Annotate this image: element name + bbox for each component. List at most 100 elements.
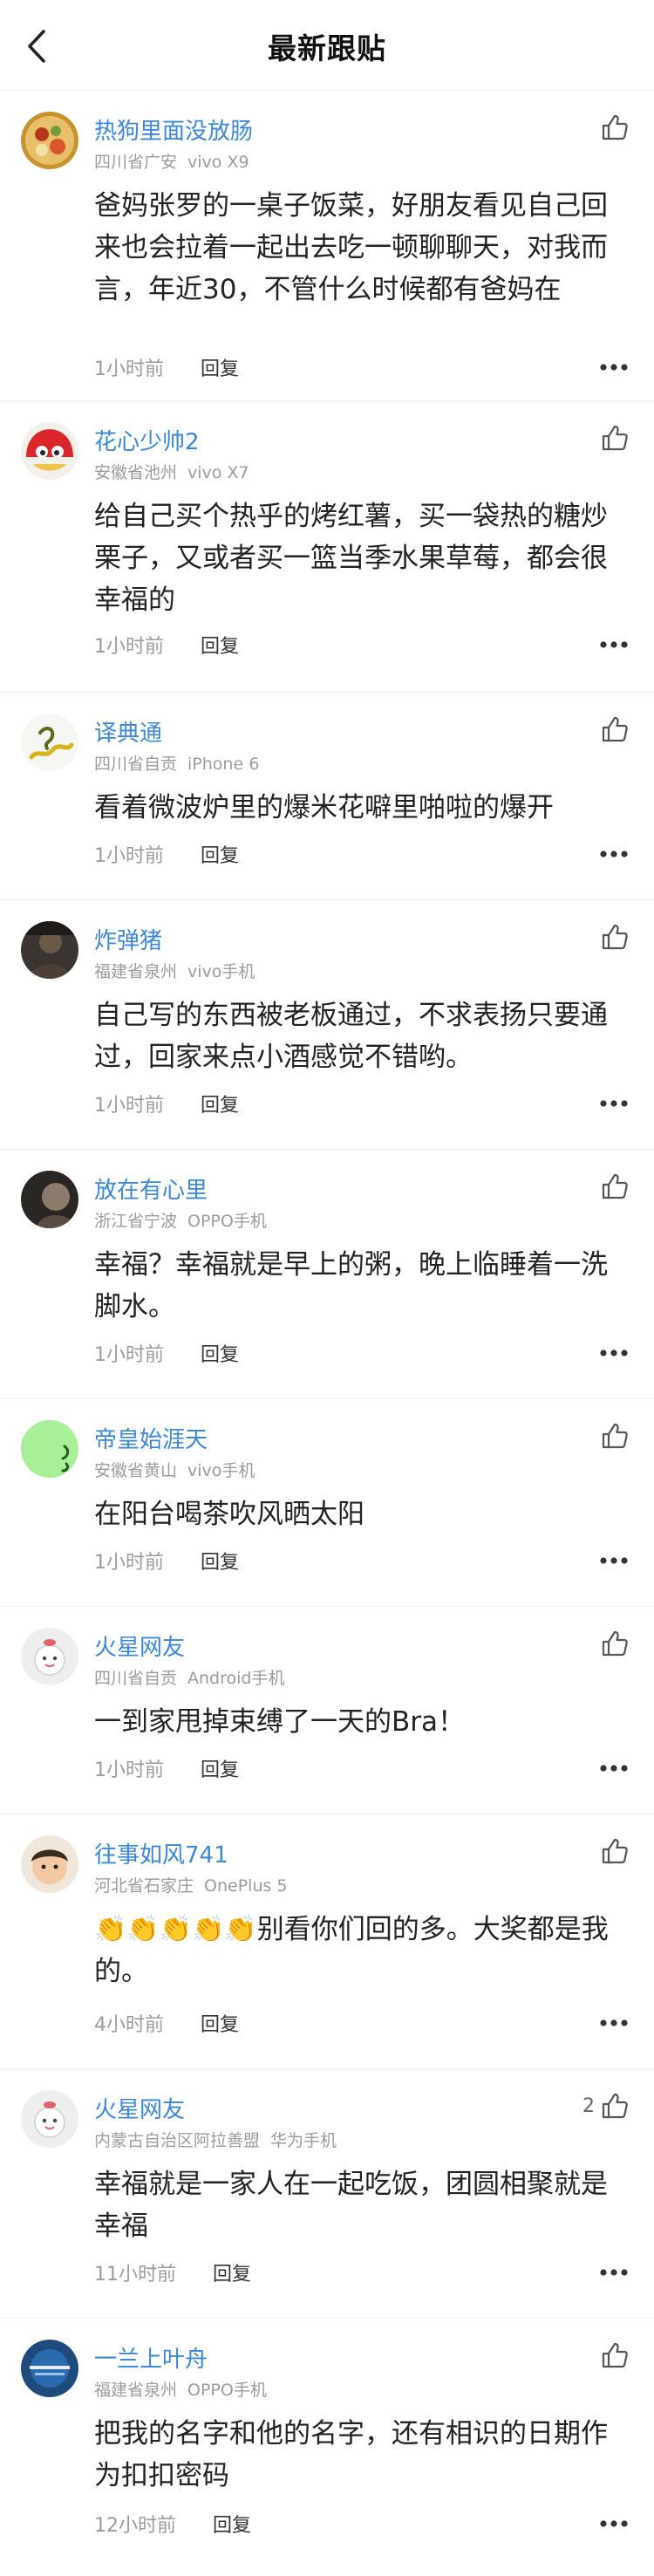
more-dots-icon bbox=[600, 364, 628, 371]
comment-text: 幸福就是一家人在一起吃饭，团圆相聚就是幸福 bbox=[94, 2169, 608, 2242]
avatar[interactable] bbox=[21, 422, 78, 480]
thumbs-up-icon bbox=[602, 924, 628, 950]
username[interactable]: 放在有心里 bbox=[94, 1172, 208, 1205]
user-device: 华为手机 bbox=[270, 2131, 337, 2150]
more-button[interactable] bbox=[596, 1753, 631, 1783]
avatar[interactable] bbox=[21, 1171, 78, 1228]
avatar[interactable] bbox=[21, 1628, 78, 1685]
user-device: OPPO手机 bbox=[187, 1212, 267, 1231]
comment-item: 帝皇始涯天 安徽省黄山 vivo手机 在阳台喝茶吹风晒太阳 1小时前 回复 bbox=[0, 1399, 654, 1607]
reply-button[interactable]: 回复 bbox=[201, 2009, 239, 2037]
more-button[interactable] bbox=[596, 352, 631, 382]
like-button[interactable] bbox=[595, 1834, 630, 1869]
comment-text: 一到家甩掉束缚了一天的Bra！ bbox=[94, 1706, 466, 1738]
comment-footer: 4小时前 回复 bbox=[94, 2008, 239, 2038]
user-device: vivo手机 bbox=[187, 1461, 255, 1480]
reply-button[interactable]: 回复 bbox=[201, 840, 239, 868]
comment-text: 自己写的东西被老板通过，不求表扬只要通过，回家来点小酒感觉不错哟。 bbox=[94, 1000, 608, 1073]
thumbs-up-icon bbox=[602, 425, 628, 451]
like-button[interactable] bbox=[595, 2338, 630, 2373]
username[interactable]: 花心少帅2 bbox=[94, 424, 200, 456]
comment-footer: 12小时前 回复 bbox=[94, 2509, 251, 2538]
comment-text: 爸妈张罗的一桌子饭菜，好朋友看见自己回来也会拉着一起出去吃一顿聊聊天，对我而言，… bbox=[94, 190, 608, 305]
reply-button[interactable]: 回复 bbox=[213, 2510, 251, 2538]
user-device: vivo X7 bbox=[187, 463, 249, 482]
user-device: OPPO手机 bbox=[187, 2381, 267, 2400]
reply-button[interactable]: 回复 bbox=[201, 1754, 239, 1782]
more-dots-icon bbox=[600, 1557, 628, 1564]
more-button[interactable] bbox=[596, 1338, 631, 1368]
username[interactable]: 帝皇始涯天 bbox=[94, 1422, 208, 1454]
avatar[interactable] bbox=[21, 1835, 78, 1893]
user-meta: 四川省自贡 iPhone 6 bbox=[94, 751, 259, 775]
comment-item: 放在有心里 浙江省宁波 OPPO手机 幸福？幸福就是早上的粥，晚上临睡着一洗脚水。… bbox=[0, 1150, 654, 1399]
reply-button[interactable]: 回复 bbox=[213, 2258, 251, 2286]
username[interactable]: 热狗里面没放肠 bbox=[94, 113, 253, 146]
more-dots-icon bbox=[600, 1100, 628, 1107]
like-button[interactable] bbox=[595, 1169, 630, 1204]
thumbs-up-icon bbox=[602, 1630, 628, 1657]
like-button[interactable] bbox=[595, 110, 630, 145]
avatar[interactable] bbox=[21, 2340, 78, 2397]
like-button[interactable] bbox=[595, 1626, 630, 1661]
avatar[interactable] bbox=[21, 921, 78, 979]
comment-time: 4小时前 bbox=[94, 2014, 164, 2036]
comment-time: 11小时前 bbox=[94, 2264, 176, 2286]
comment-item: 译典通 四川省自贡 iPhone 6 看着微波炉里的爆米花噼里啪啦的爆开 1小时前… bbox=[0, 693, 654, 900]
username[interactable]: 火星网友 bbox=[94, 2092, 185, 2124]
avatar[interactable] bbox=[21, 1420, 78, 1478]
comment-footer: 1小时前 回复 bbox=[94, 352, 239, 382]
more-button[interactable] bbox=[596, 2509, 631, 2538]
avatar[interactable] bbox=[21, 714, 78, 771]
username[interactable]: 往事如风741 bbox=[94, 1837, 228, 1869]
comment-footer: 11小时前 回复 bbox=[94, 2258, 251, 2287]
comment-item: 炸弹猪 福建省泉州 vivo手机 自己写的东西被老板通过，不求表扬只要通过，回家来… bbox=[0, 900, 654, 1150]
comment-text: 👏👏👏👏👏别看你们回的多。大奖都是我的。 bbox=[94, 1909, 626, 1992]
user-meta: 四川省自贡 Android手机 bbox=[94, 1665, 284, 1689]
comment-time: 1小时前 bbox=[94, 845, 164, 867]
user-meta: 浙江省宁波 OPPO手机 bbox=[94, 1208, 267, 1232]
more-dots-icon bbox=[600, 1765, 628, 1772]
avatar[interactable] bbox=[21, 2090, 78, 2148]
like-button[interactable] bbox=[595, 420, 630, 455]
reply-button[interactable]: 回复 bbox=[201, 631, 239, 659]
username[interactable]: 一兰上叶舟 bbox=[94, 2341, 208, 2374]
user-device: OnePlus 5 bbox=[204, 1876, 288, 1896]
more-button[interactable] bbox=[596, 630, 631, 659]
user-location: 安徽省黄山 bbox=[94, 1461, 178, 1480]
more-button[interactable] bbox=[596, 2008, 631, 2038]
thumbs-up-icon bbox=[602, 1838, 628, 1864]
like-button[interactable] bbox=[595, 712, 630, 747]
comment-item: 火星网友 内蒙古自治区阿拉善盟 华为手机 2 幸福就是一家人在一起吃饭，团圆相聚就… bbox=[0, 2069, 654, 2319]
username[interactable]: 火星网友 bbox=[94, 1630, 185, 1662]
comment-time: 1小时前 bbox=[94, 1552, 164, 1574]
more-button[interactable] bbox=[596, 839, 631, 869]
avatar[interactable] bbox=[21, 112, 78, 169]
user-location: 四川省广安 bbox=[94, 153, 178, 172]
thumbs-up-icon bbox=[602, 114, 628, 140]
more-button[interactable] bbox=[596, 2258, 631, 2287]
comment-time: 1小时前 bbox=[94, 1095, 164, 1117]
reply-button[interactable]: 回复 bbox=[201, 1339, 239, 1367]
username[interactable]: 炸弹猪 bbox=[94, 923, 162, 955]
more-dots-icon bbox=[600, 641, 628, 648]
thumbs-up-icon bbox=[602, 1173, 628, 1199]
user-location: 福建省泉州 bbox=[94, 2381, 178, 2400]
like-button[interactable]: 2 bbox=[582, 2088, 630, 2123]
comment-footer: 1小时前 回复 bbox=[94, 839, 239, 869]
user-meta: 河北省石家庄 OnePlus 5 bbox=[94, 1873, 288, 1896]
user-location: 四川省自贡 bbox=[94, 755, 178, 774]
like-button[interactable] bbox=[595, 919, 630, 954]
more-button[interactable] bbox=[596, 1089, 631, 1118]
reply-button[interactable]: 回复 bbox=[201, 353, 239, 381]
header-bar: 最新跟贴 bbox=[0, 0, 654, 91]
like-button[interactable] bbox=[595, 1418, 630, 1453]
username[interactable]: 译典通 bbox=[94, 715, 162, 748]
user-location: 安徽省池州 bbox=[94, 463, 178, 482]
more-button[interactable] bbox=[596, 1546, 631, 1575]
reply-button[interactable]: 回复 bbox=[201, 1090, 239, 1117]
comment-item: 一兰上叶舟 福建省泉州 OPPO手机 把我的名字和他的名字，还有相识的日期作为扣扣… bbox=[0, 2319, 654, 2576]
reply-button[interactable]: 回复 bbox=[201, 1547, 239, 1575]
user-location: 福建省泉州 bbox=[94, 962, 178, 981]
user-device: vivo手机 bbox=[187, 962, 255, 981]
